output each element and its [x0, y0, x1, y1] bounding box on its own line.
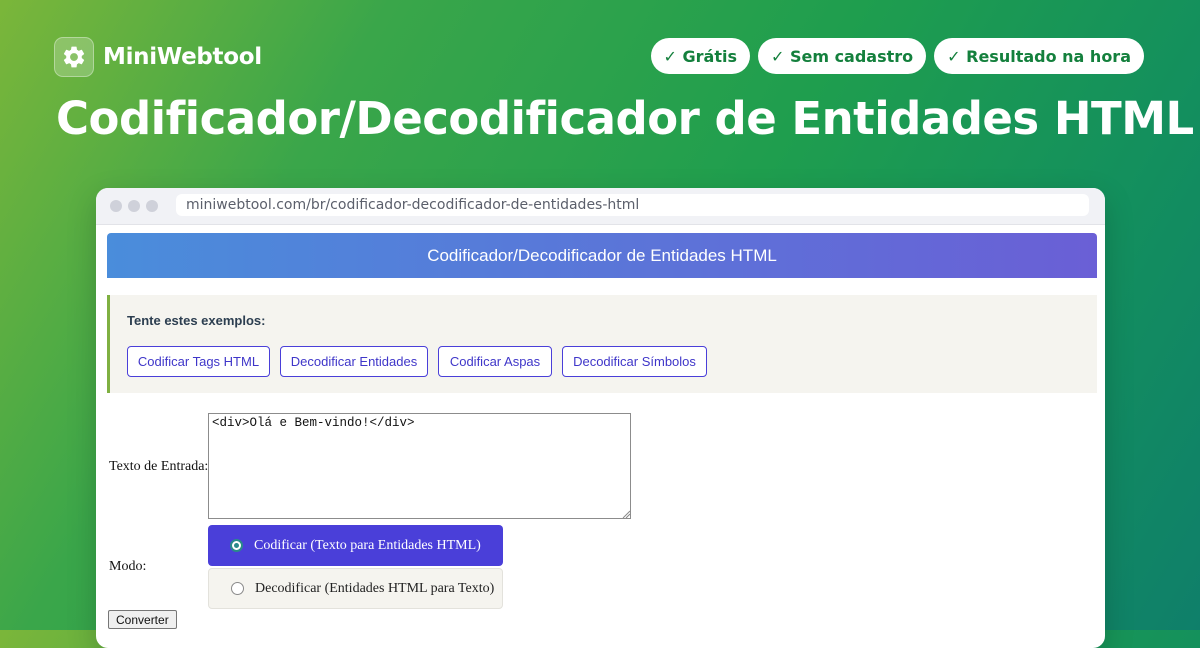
mode-label: Modo:	[109, 559, 147, 574]
badge-free: ✓ Grátis	[650, 38, 750, 74]
examples-panel: Tente estes exemplos: Codificar Tags HTM…	[107, 295, 1097, 393]
mode-encode-option[interactable]: Codificar (Texto para Entidades HTML)	[208, 525, 503, 566]
radio-selected-icon[interactable]	[230, 539, 243, 552]
window-dot-icon	[146, 200, 158, 212]
badge-instant-result: ✓ Resultado na hora	[934, 38, 1144, 74]
browser-toolbar: miniwebtool.com/br/codificador-decodific…	[96, 188, 1105, 225]
examples-title: Tente estes exemplos:	[127, 313, 266, 328]
brand-name: MiniWebtool	[103, 44, 262, 70]
address-bar[interactable]: miniwebtool.com/br/codificador-decodific…	[176, 194, 1089, 216]
example-encode-quotes-button[interactable]: Codificar Aspas	[438, 346, 552, 377]
brand: MiniWebtool	[54, 37, 262, 77]
mode-decode-option[interactable]: Decodificar (Entidades HTML para Texto)	[208, 568, 503, 609]
example-decode-symbols-button[interactable]: Decodificar Símbolos	[562, 346, 707, 377]
example-decode-entities-button[interactable]: Decodificar Entidades	[280, 346, 428, 377]
browser-window: miniwebtool.com/br/codificador-decodific…	[96, 188, 1105, 648]
badge-no-signup: ✓ Sem cadastro	[757, 38, 927, 74]
window-dot-icon	[110, 200, 122, 212]
gear-icon	[54, 37, 94, 77]
tool-header: Codificador/Decodificador de Entidades H…	[107, 233, 1097, 278]
convert-button[interactable]: Converter	[108, 610, 177, 629]
mode-encode-label: Codificar (Texto para Entidades HTML)	[254, 537, 481, 553]
mode-decode-label: Decodificar (Entidades HTML para Texto)	[255, 580, 495, 596]
radio-unselected-icon[interactable]	[231, 582, 244, 595]
input-textarea[interactable]: <div>Olá e Bem-vindo!</div>	[208, 413, 631, 519]
feature-badges: ✓ Grátis ✓ Sem cadastro ✓ Resultado na h…	[650, 38, 1144, 74]
example-encode-tags-button[interactable]: Codificar Tags HTML	[127, 346, 270, 377]
hero-title: Codificador/Decodificador de Entidades H…	[56, 92, 1194, 145]
window-dot-icon	[128, 200, 140, 212]
input-label: Texto de Entrada:	[109, 459, 209, 474]
